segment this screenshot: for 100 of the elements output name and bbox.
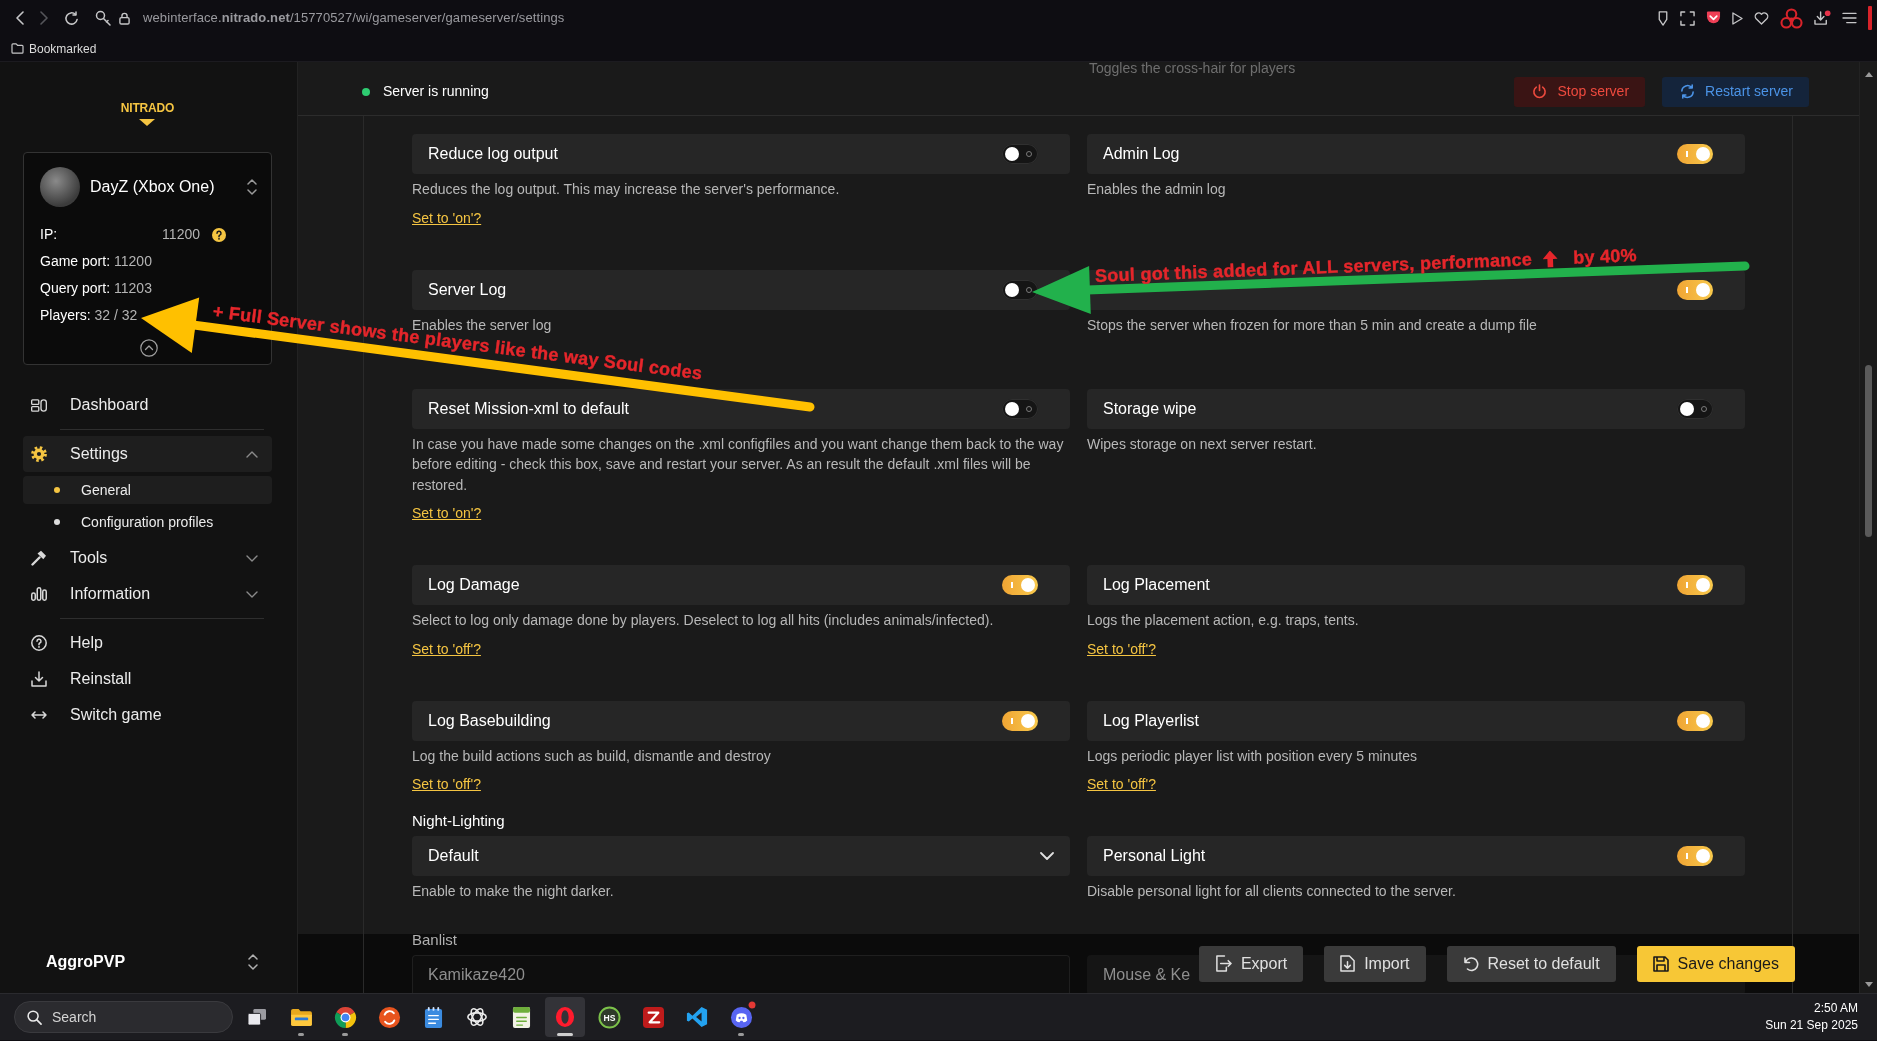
- key-icon[interactable]: [95, 10, 111, 26]
- heart-icon[interactable]: [1754, 11, 1769, 25]
- help-icon[interactable]: [212, 227, 226, 242]
- setting-description: Select to log only damage done by players. Deselect to log all hits (includes animals/infected).: [412, 611, 995, 630]
- setting-label: Admin Log: [1103, 144, 1180, 164]
- forward-icon[interactable]: [40, 11, 48, 25]
- toggle-switch[interactable]: [1002, 398, 1038, 419]
- bullet-icon: [54, 519, 60, 525]
- submenu-item[interactable]: General: [23, 476, 272, 504]
- setting-label: Storage wipe: [1103, 398, 1197, 419]
- restart-server-button[interactable]: Restart server: [1662, 76, 1809, 107]
- detail-value: 11203: [114, 279, 152, 298]
- ring-icon: [555, 1006, 575, 1028]
- dashboard-icon: [31, 398, 47, 412]
- toggle-switch[interactable]: [1677, 846, 1713, 866]
- up-arrow-icon: [1541, 249, 1558, 268]
- screenshot-icon[interactable]: [1680, 10, 1695, 26]
- browser-icon: [333, 1005, 357, 1029]
- setting-label: Reduce log output: [428, 144, 558, 164]
- account-switcher[interactable]: AggroPVP: [23, 944, 272, 980]
- chevron-down-icon: [246, 590, 258, 598]
- scroll-down-icon[interactable]: [1864, 982, 1873, 987]
- download-icon: [31, 671, 47, 687]
- set-value-link[interactable]: Set to 'on'?: [412, 209, 482, 226]
- nav-item[interactable]: Reinstall: [23, 661, 272, 697]
- nav-item[interactable]: Settings: [23, 436, 272, 472]
- search-field[interactable]: Search: [14, 1001, 233, 1033]
- play-icon[interactable]: [1732, 11, 1743, 25]
- dropdown[interactable]: Default: [412, 836, 1070, 876]
- chevron-circle-icon[interactable]: [139, 339, 158, 357]
- clock-time[interactable]: 2:50 AM: [1813, 1000, 1858, 1017]
- toggle-switch[interactable]: [1002, 144, 1038, 164]
- circle-arrows-icon: [377, 1005, 401, 1029]
- export-icon: [1214, 955, 1232, 972]
- setting-description: Toggles the cross-hair for players: [1089, 62, 1296, 76]
- detail-value: 32 / 32: [94, 306, 138, 325]
- set-value-link[interactable]: Set to 'on'?: [412, 505, 482, 521]
- help-circle-icon: [31, 635, 47, 651]
- toggle-switch[interactable]: [1677, 144, 1713, 164]
- setting-description: Wipes storage on next server restart.: [1087, 434, 1318, 454]
- bookmark-icon[interactable]: [1657, 10, 1669, 26]
- url-text[interactable]: webinterface.nitrado.net/15770527/wi/gameserver/gameserver/settings: [143, 8, 565, 28]
- save-button[interactable]: Save changes: [1636, 945, 1795, 982]
- nav-item[interactable]: Help: [23, 625, 272, 661]
- banlist-field[interactable]: Kamikaze420: [412, 955, 1070, 993]
- scrollbar-thumb[interactable]: [1865, 365, 1872, 537]
- scrollbar[interactable]: [1859, 62, 1877, 993]
- bar-chart-icon: [31, 587, 47, 601]
- undo-icon: [1462, 955, 1479, 972]
- setting-description: Logs the placement action, e.g. traps, tents.: [1087, 611, 1360, 630]
- download-icon[interactable]: [1814, 10, 1831, 26]
- reset-button[interactable]: Reset to default: [1446, 945, 1616, 982]
- lock-icon[interactable]: [119, 11, 130, 25]
- nav-item[interactable]: Switch game: [23, 697, 272, 733]
- chevron-up-down-icon[interactable]: [247, 179, 257, 195]
- setting-description: Enable to make the night darker.: [412, 882, 615, 901]
- nav-item[interactable]: Information: [23, 576, 272, 612]
- reload-icon[interactable]: [64, 10, 79, 26]
- import-button[interactable]: Import: [1324, 945, 1426, 982]
- nav-item[interactable]: Tools: [23, 540, 272, 576]
- setting-label: Mouse & Ke: [1103, 965, 1191, 985]
- toggle-switch[interactable]: [1677, 575, 1713, 595]
- toggle-switch[interactable]: [1002, 575, 1038, 595]
- import-icon: [1340, 955, 1356, 972]
- setting-label: Reset Mission-xml to default: [428, 398, 629, 419]
- chevron-up-down-icon: [248, 954, 258, 970]
- nav-item[interactable]: Dashboard: [23, 387, 272, 423]
- detail-label: Players:: [40, 306, 91, 325]
- menu-icon[interactable]: [1842, 12, 1857, 24]
- notepad-icon: [423, 1005, 443, 1029]
- toggle-switch[interactable]: [1677, 710, 1713, 731]
- stop-server-button[interactable]: Stop server: [1514, 76, 1646, 107]
- server-name: DayZ (Xbox One): [90, 177, 215, 197]
- shield-icon[interactable]: [1706, 11, 1721, 25]
- scroll-up-icon[interactable]: [1864, 72, 1873, 77]
- set-value-link[interactable]: Set to 'off'?: [412, 640, 481, 657]
- status-text: Server is running: [383, 82, 489, 101]
- clock-date[interactable]: Sun 21 Sep 2025: [1765, 1017, 1858, 1034]
- bookmark-folder[interactable]: Bookmarked: [29, 39, 97, 58]
- set-value-link[interactable]: Set to 'off'?: [412, 776, 481, 792]
- toggle-switch[interactable]: [1677, 279, 1713, 300]
- taskbar-button[interactable]: HS: [589, 997, 629, 1037]
- field-label: Night-Lighting: [412, 812, 506, 830]
- detail-label: Query port:: [40, 279, 111, 298]
- folder-icon[interactable]: [11, 43, 24, 54]
- toggle-switch[interactable]: [1677, 398, 1713, 419]
- taskbar-button[interactable]: [545, 997, 585, 1037]
- triple-ring-icon[interactable]: [1780, 7, 1803, 29]
- code-editor-icon: [686, 1006, 708, 1028]
- submenu-item[interactable]: Configuration profiles: [23, 508, 272, 536]
- setting-label: Log Basebuilding: [428, 710, 551, 731]
- set-value-link[interactable]: Set to 'off'?: [1087, 640, 1156, 657]
- toggle-switch[interactable]: [1002, 710, 1038, 731]
- setting-description: Disable personal light for all clients connected to the server.: [1087, 882, 1457, 901]
- set-value-link[interactable]: Set to 'off'?: [1087, 776, 1156, 792]
- export-button[interactable]: Export: [1198, 945, 1304, 982]
- task-view-icon: [247, 1008, 267, 1026]
- chevron-down-icon: [246, 554, 258, 562]
- toggle-switch[interactable]: [1002, 279, 1038, 300]
- back-icon[interactable]: [16, 11, 24, 25]
